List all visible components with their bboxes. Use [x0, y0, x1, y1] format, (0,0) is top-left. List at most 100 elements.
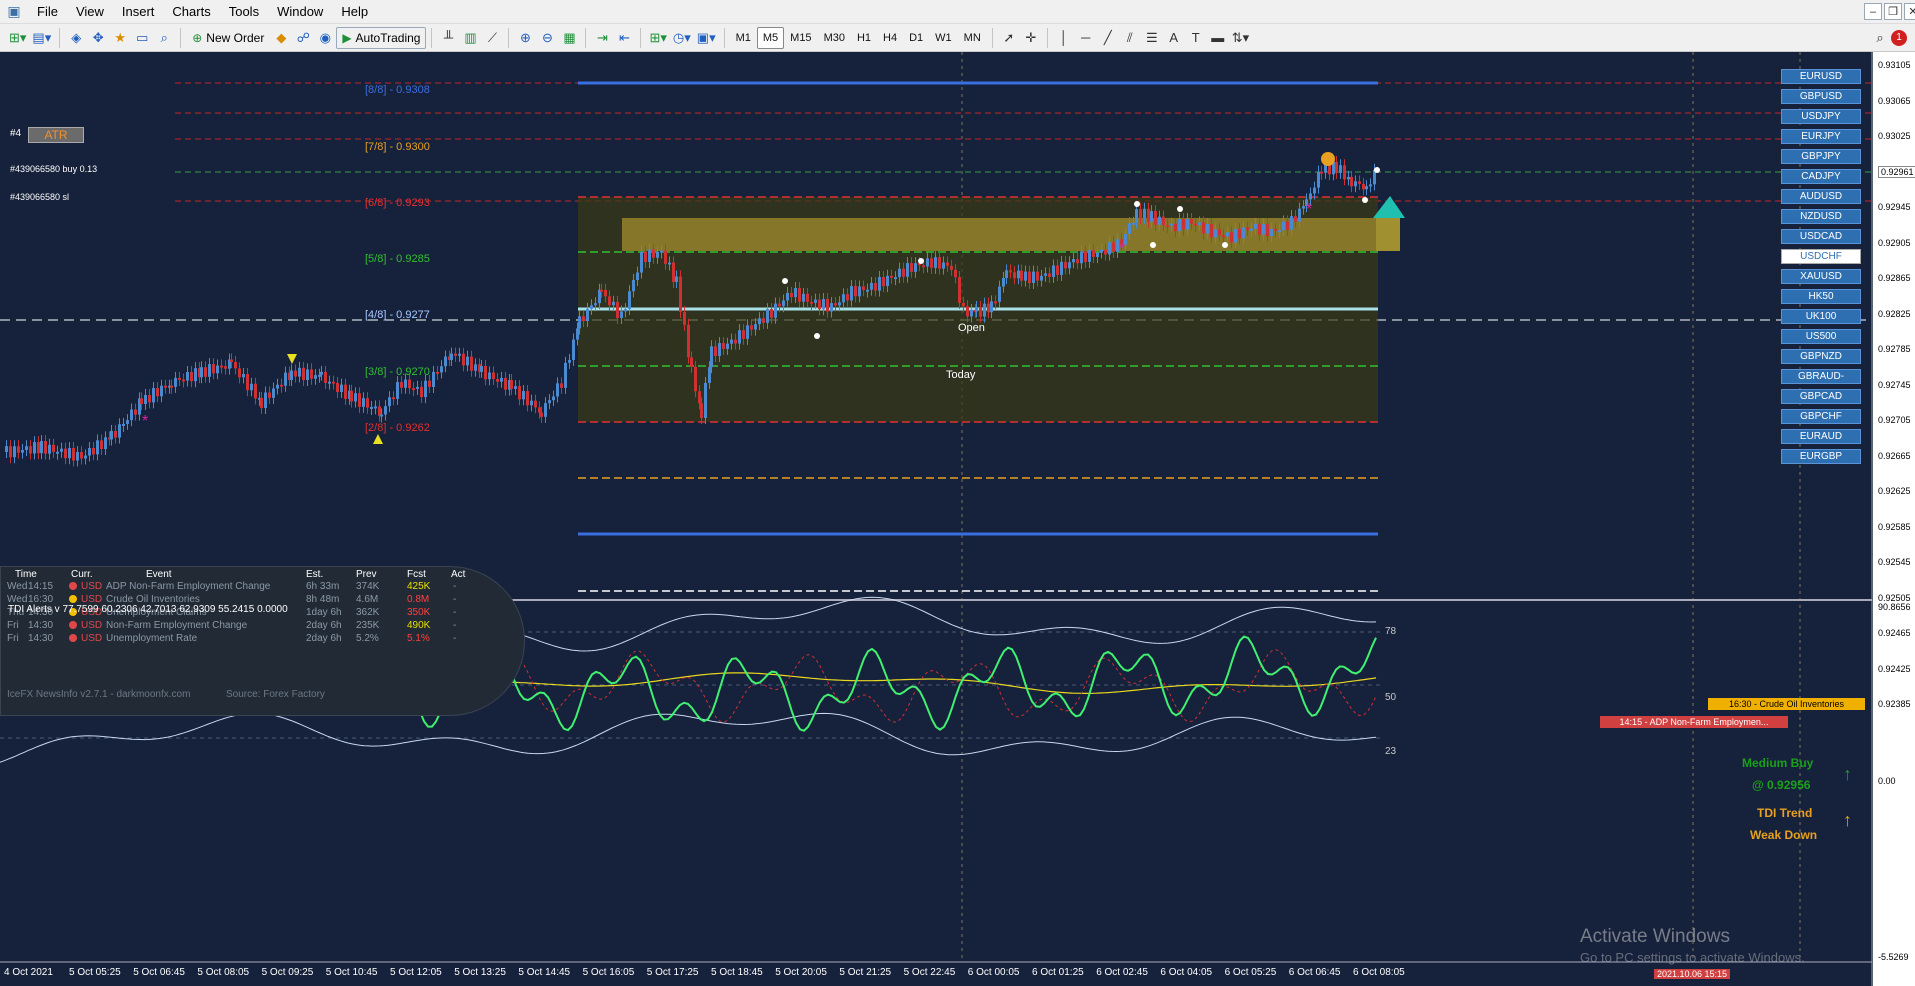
symbol-button-eurjpy[interactable]: EURJPY: [1781, 129, 1861, 144]
line-chart-icon[interactable]: ⟋: [481, 27, 503, 49]
symbol-button-us500[interactable]: US500: [1781, 329, 1861, 344]
navigator-icon[interactable]: ★: [109, 27, 131, 49]
indicators-icon[interactable]: ⊞▾: [646, 27, 669, 49]
price-chart[interactable]: * * *: [0, 52, 1915, 986]
profiles-icon[interactable]: ▤▾: [29, 27, 54, 49]
symbol-button-usdjpy[interactable]: USDJPY: [1781, 109, 1861, 124]
symbol-button-usdchf[interactable]: USDCHF: [1781, 249, 1861, 264]
new-chart-icon[interactable]: ⊞▾: [6, 27, 29, 49]
trendline-icon[interactable]: ╱: [1097, 27, 1119, 49]
data-window-icon[interactable]: ✥: [87, 27, 109, 49]
atr-badge[interactable]: ATR: [28, 127, 84, 143]
price-axis-label: 0.92545: [1878, 557, 1911, 567]
trade-short-label: #4: [10, 128, 22, 139]
bar-chart-icon[interactable]: ╨: [437, 27, 459, 49]
symbol-button-gbpjpy[interactable]: GBPJPY: [1781, 149, 1861, 164]
symbol-button-usdcad[interactable]: USDCAD: [1781, 229, 1861, 244]
symbol-button-xauusd[interactable]: XAUUSD: [1781, 269, 1861, 284]
candle-body: [1104, 249, 1107, 255]
chart-window[interactable]: *** 0.931050.930650.930250.929850.929450…: [0, 52, 1915, 986]
timeframe-mn[interactable]: MN: [958, 27, 987, 49]
notification-icon[interactable]: 1: [1891, 29, 1907, 46]
fibonacci-icon[interactable]: ☰: [1141, 27, 1163, 49]
news-header-forecast: Fcst: [407, 569, 426, 580]
crosshair-icon[interactable]: ✛: [1020, 27, 1042, 49]
rectangle-icon[interactable]: ▬: [1207, 27, 1229, 49]
symbol-button-audusd[interactable]: AUDUSD: [1781, 189, 1861, 204]
price-axis-label: 0.92905: [1878, 237, 1911, 248]
auto-scroll-icon[interactable]: ⇥: [591, 27, 613, 49]
candle-body: [254, 383, 257, 399]
symbol-button-eurusd[interactable]: EURUSD: [1781, 69, 1861, 84]
cursor-icon[interactable]: ➚: [998, 27, 1020, 49]
symbol-button-gbpnzd[interactable]: GBPNZD: [1781, 349, 1861, 364]
tester-icon[interactable]: ⌕: [153, 27, 175, 49]
symbol-button-nzdusd[interactable]: NZDUSD: [1781, 209, 1861, 224]
candle-body: [1254, 223, 1257, 229]
news-panel: Time Curr. Event Est. Prev Fcst Act Wed 1…: [0, 566, 525, 716]
menu-file[interactable]: File: [28, 1, 67, 22]
symbol-button-uk100[interactable]: UK100: [1781, 309, 1861, 324]
channel-icon[interactable]: ⫽: [1119, 27, 1141, 49]
menu-help[interactable]: Help: [332, 1, 377, 22]
timeframe-m5[interactable]: M5: [756, 26, 785, 49]
news-cell-prev: 374K: [356, 581, 380, 592]
symbol-button-gbraud[interactable]: GBRAUD-: [1781, 369, 1861, 384]
symbol-button-euraud[interactable]: EURAUD: [1781, 429, 1861, 444]
menu-insert[interactable]: Insert: [113, 1, 164, 22]
symbol-button-gbpusd[interactable]: GBPUSD: [1781, 89, 1861, 104]
new-order-button[interactable]: ⊕ New Order: [186, 27, 270, 49]
candle-body: [782, 300, 785, 307]
terminal-icon[interactable]: ▭: [131, 27, 153, 49]
timeframe-m1[interactable]: M1: [730, 27, 757, 49]
zoom-out-icon[interactable]: ⊖: [536, 27, 558, 49]
signals-icon[interactable]: ◉: [314, 27, 336, 49]
close-icon[interactable]: ✕: [1904, 3, 1915, 20]
arrows-icon[interactable]: ⇅▾: [1229, 27, 1252, 49]
candle-body: [450, 353, 453, 360]
candle-body: [548, 400, 551, 404]
templates-icon[interactable]: ▣▾: [694, 27, 719, 49]
timeframe-w1[interactable]: W1: [929, 27, 958, 49]
candle-body: [718, 343, 721, 356]
candle-body: [420, 386, 423, 398]
horizontal-line-icon[interactable]: ─: [1075, 27, 1097, 49]
menu-charts[interactable]: Charts: [163, 1, 219, 22]
text-icon[interactable]: A: [1163, 27, 1185, 49]
symbol-button-cadjpy[interactable]: CADJPY: [1781, 169, 1861, 184]
arrow-up-icon: ↑: [1843, 764, 1852, 784]
timeframe-d1[interactable]: D1: [903, 27, 929, 49]
zoom-in-icon[interactable]: ⊕: [514, 27, 536, 49]
menu-view[interactable]: View: [67, 1, 113, 22]
menu-window[interactable]: Window: [268, 1, 332, 22]
mql5-community-icon[interactable]: ☍: [292, 27, 314, 49]
text-label-icon[interactable]: T: [1185, 27, 1207, 49]
minimize-icon[interactable]: –: [1864, 3, 1882, 20]
tile-windows-icon[interactable]: ▦: [558, 27, 580, 49]
symbol-button-gbpchf[interactable]: GBPCHF: [1781, 409, 1861, 424]
timeframe-m30[interactable]: M30: [818, 27, 851, 49]
symbol-button-hk50[interactable]: HK50: [1781, 289, 1861, 304]
market-watch-icon[interactable]: ◈: [65, 27, 87, 49]
time-axis-label: 5 Oct 13:25: [454, 967, 506, 978]
autotrading-button[interactable]: ▶ AutoTrading: [336, 26, 427, 49]
periods-icon[interactable]: ◷▾: [670, 27, 694, 49]
vertical-line-icon[interactable]: │: [1053, 27, 1075, 49]
metaeditor-icon[interactable]: ◆: [270, 27, 292, 49]
menu-tools[interactable]: Tools: [220, 1, 268, 22]
symbol-button-eurgbp[interactable]: EURGBP: [1781, 449, 1861, 464]
timeframe-h1[interactable]: H1: [851, 27, 877, 49]
chart-shift-icon[interactable]: ⇤: [613, 27, 635, 49]
fractal-marker: [1177, 206, 1183, 212]
candlestick-icon[interactable]: ▥: [459, 27, 481, 49]
timeframe-m15[interactable]: M15: [784, 27, 817, 49]
search-icon[interactable]: ⌕: [1869, 27, 1891, 49]
candle-body: [652, 249, 655, 258]
symbol-button-gbpcad[interactable]: GBPCAD: [1781, 389, 1861, 404]
candle-body: [1005, 270, 1008, 279]
restore-icon[interactable]: ❐: [1884, 3, 1902, 20]
timeframe-h4[interactable]: H4: [877, 27, 903, 49]
app-icon[interactable]: ▣: [4, 2, 24, 22]
news-header-time: Time: [15, 569, 37, 580]
candle-body: [572, 339, 575, 360]
